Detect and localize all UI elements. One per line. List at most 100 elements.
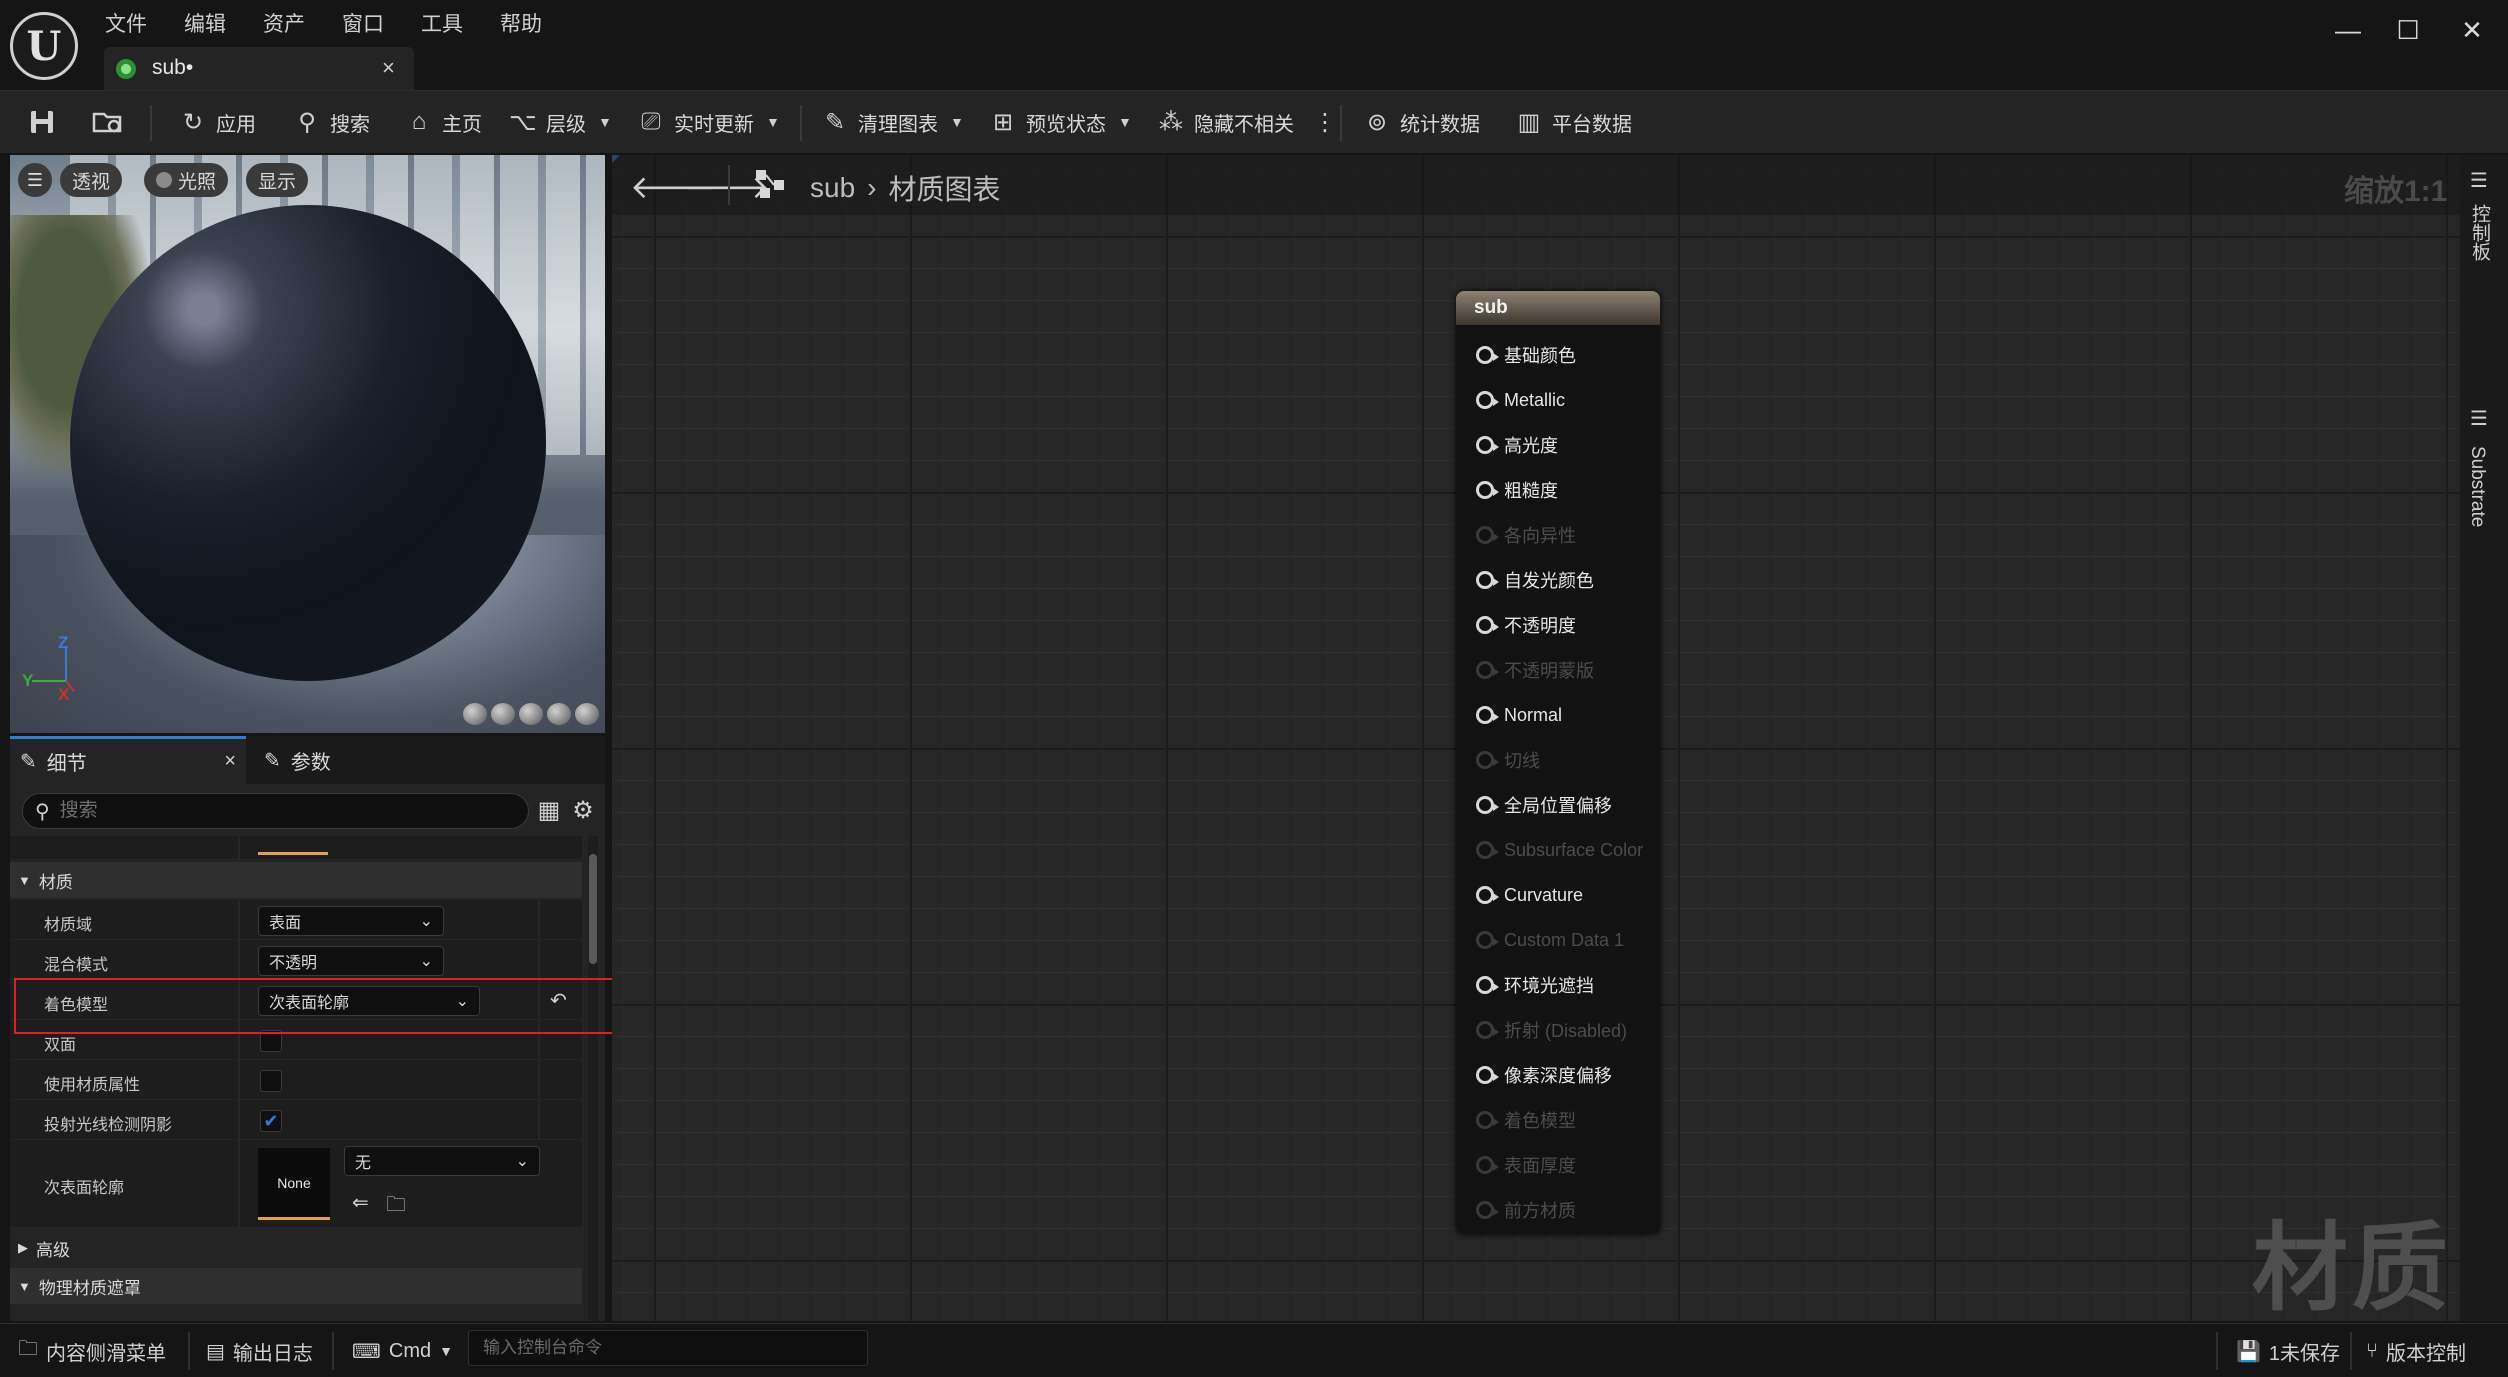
pin-connector-icon[interactable] (1476, 571, 1499, 589)
document-tab-sub[interactable]: sub• × (104, 47, 414, 90)
node-pin[interactable]: Normal (1476, 700, 1562, 730)
node-pin[interactable]: Subsurface Color (1476, 835, 1643, 865)
menu-window[interactable]: 窗口 (342, 8, 401, 38)
material-domain-dropdown[interactable]: 表面 ⌄ (258, 906, 444, 936)
settings-gear-icon[interactable]: ⚙ (568, 796, 598, 826)
close-tab-icon[interactable]: × (224, 750, 236, 773)
node-pin[interactable]: 不透明蒙版 (1476, 655, 1594, 685)
category-material[interactable]: ▼ 材质 (10, 862, 582, 898)
output-log-button[interactable]: ▤ 输出日志 (206, 1336, 313, 1366)
node-pin[interactable]: 表面厚度 (1476, 1150, 1576, 1180)
breadcrumb-asset[interactable]: sub (810, 172, 855, 204)
table-view-icon[interactable]: ▦ (534, 796, 564, 826)
node-pin[interactable]: 基础颜色 (1476, 340, 1576, 370)
browse-button[interactable] (92, 105, 124, 139)
pin-connector-icon[interactable] (1476, 1021, 1499, 1039)
menu-edit[interactable]: 编辑 (184, 8, 243, 38)
clean-graph-dropdown[interactable]: ✎ 清理图表 ▼ (822, 105, 964, 139)
details-search-input[interactable] (59, 800, 480, 822)
node-pin[interactable]: Metallic (1476, 385, 1565, 415)
close-window-button[interactable]: ✕ (2452, 14, 2492, 46)
maximize-button[interactable]: ☐ (2388, 14, 2428, 46)
subsurface-profile-thumbnail[interactable]: None (258, 1148, 330, 1220)
tab-parameters[interactable]: ✎ 参数 (254, 736, 341, 784)
node-pin[interactable]: Custom Data 1 (1476, 925, 1624, 955)
more-options-button[interactable]: ⋮ (1312, 105, 1338, 139)
platform-stats-button[interactable]: ▥ 平台数据 (1516, 105, 1632, 139)
pin-connector-icon[interactable] (1476, 1111, 1499, 1129)
pin-connector-icon[interactable] (1476, 1201, 1499, 1219)
perspective-button[interactable]: 透视 (60, 163, 123, 197)
blend-mode-dropdown[interactable]: 不透明 ⌄ (258, 946, 444, 976)
plane-preview-icon[interactable] (519, 703, 543, 725)
viewport-menu-button[interactable]: ☰ (18, 163, 52, 197)
close-tab-icon[interactable]: × (382, 55, 395, 81)
menu-asset[interactable]: 资产 (263, 8, 322, 38)
unreal-logo-icon[interactable]: U (10, 12, 78, 80)
hierarchy-dropdown[interactable]: ⌥ 层级 ▼ (509, 105, 612, 139)
pin-connector-icon[interactable] (1476, 391, 1499, 409)
pin-connector-icon[interactable] (1476, 931, 1499, 949)
node-pin[interactable]: 像素深度偏移 (1476, 1060, 1612, 1090)
tab-details[interactable]: ✎ 细节 × (10, 736, 246, 784)
scrollbar-thumb[interactable] (589, 854, 597, 964)
material-output-node[interactable]: sub 基础颜色 Metallic 高光度粗糙度各向异性自发光颜色不透明度不透明蒙版… (1456, 291, 1660, 1234)
browse-asset-icon[interactable]: 🗀 (386, 1190, 406, 1224)
sphere-preview-icon[interactable] (491, 703, 515, 725)
live-update-dropdown[interactable]: ⎚ 实时更新 ▼ (638, 105, 779, 139)
details-search-box[interactable]: ⚲ (22, 793, 529, 829)
cast-ray-traced-shadows-checkbox[interactable]: ✔ (260, 1110, 282, 1132)
pin-connector-icon[interactable] (1476, 526, 1499, 544)
node-title[interactable]: sub (1456, 291, 1660, 325)
use-selected-asset-icon[interactable]: ⇐ (352, 1190, 369, 1215)
cmd-dropdown[interactable]: ⌨ Cmd ▼ (352, 1336, 453, 1366)
menu-help[interactable]: 帮助 (500, 8, 559, 38)
pin-connector-icon[interactable] (1476, 841, 1499, 859)
minimize-button[interactable]: — (2328, 14, 2368, 46)
category-advanced[interactable]: ▶ 高级 (10, 1230, 582, 1266)
pin-connector-icon[interactable] (1476, 976, 1499, 994)
hide-unrelated-button[interactable]: ⁂ 隐藏不相关 (1158, 105, 1294, 139)
node-pin[interactable]: Curvature (1476, 880, 1583, 910)
pin-connector-icon[interactable] (1476, 751, 1499, 769)
console-command-box[interactable] (468, 1330, 868, 1366)
content-drawer-button[interactable]: 🗀 内容侧滑菜单 (18, 1336, 166, 1366)
pin-connector-icon[interactable] (1476, 886, 1499, 904)
unsaved-button[interactable]: 💾 1未保存 (2236, 1336, 2340, 1366)
node-pin[interactable]: 环境光遮挡 (1476, 970, 1594, 1000)
node-pin[interactable]: 自发光颜色 (1476, 565, 1594, 595)
pin-connector-icon[interactable] (1476, 436, 1499, 454)
node-pin[interactable]: 各向异性 (1476, 520, 1576, 550)
search-toolbar-button[interactable]: ⚲ 搜索 (294, 105, 370, 139)
node-pin[interactable]: 高光度 (1476, 430, 1558, 460)
use-material-attributes-checkbox[interactable] (260, 1070, 282, 1092)
cube-preview-icon[interactable] (547, 703, 571, 725)
pin-connector-icon[interactable] (1476, 1066, 1499, 1084)
pin-connector-icon[interactable] (1476, 616, 1499, 634)
subsurface-profile-dropdown[interactable]: 无 ⌄ (344, 1146, 540, 1176)
lighting-button[interactable]: 光照 (144, 163, 229, 197)
menu-file[interactable]: 文件 (105, 8, 164, 38)
home-button[interactable]: ⌂ 主页 (406, 105, 482, 139)
category-physical-material-mask[interactable]: ▼ 物理材质遮罩 (10, 1268, 582, 1304)
console-command-input[interactable] (469, 1331, 867, 1365)
preview-viewport[interactable]: ☰ 透视 光照 显示 Z Y X (10, 155, 605, 733)
breadcrumb-graph[interactable]: 材质图表 (888, 168, 1000, 208)
pin-connector-icon[interactable] (1476, 1156, 1499, 1174)
tab-substrate[interactable]: Substrate (2466, 446, 2488, 527)
node-pin[interactable]: 全局位置偏移 (1476, 790, 1612, 820)
apply-button[interactable]: ↻ 应用 (180, 105, 256, 139)
tab-palette[interactable]: 控制板 (2466, 204, 2493, 261)
save-button[interactable] (28, 105, 56, 139)
pin-connector-icon[interactable] (1476, 481, 1499, 499)
node-pin[interactable]: 着色模型 (1476, 1105, 1576, 1135)
preview-state-dropdown[interactable]: ⊞ 预览状态 ▼ (990, 105, 1132, 139)
node-pin[interactable]: 粗糙度 (1476, 475, 1558, 505)
menu-tools[interactable]: 工具 (421, 8, 480, 38)
details-scrollbar[interactable] (588, 836, 598, 1321)
node-pin[interactable]: 不透明度 (1476, 610, 1576, 640)
source-control-button[interactable]: ⑂ 版本控制 (2366, 1336, 2466, 1366)
pin-connector-icon[interactable] (1476, 346, 1499, 364)
teapot-preview-icon[interactable] (575, 703, 599, 725)
show-button[interactable]: 显示 (246, 163, 309, 197)
